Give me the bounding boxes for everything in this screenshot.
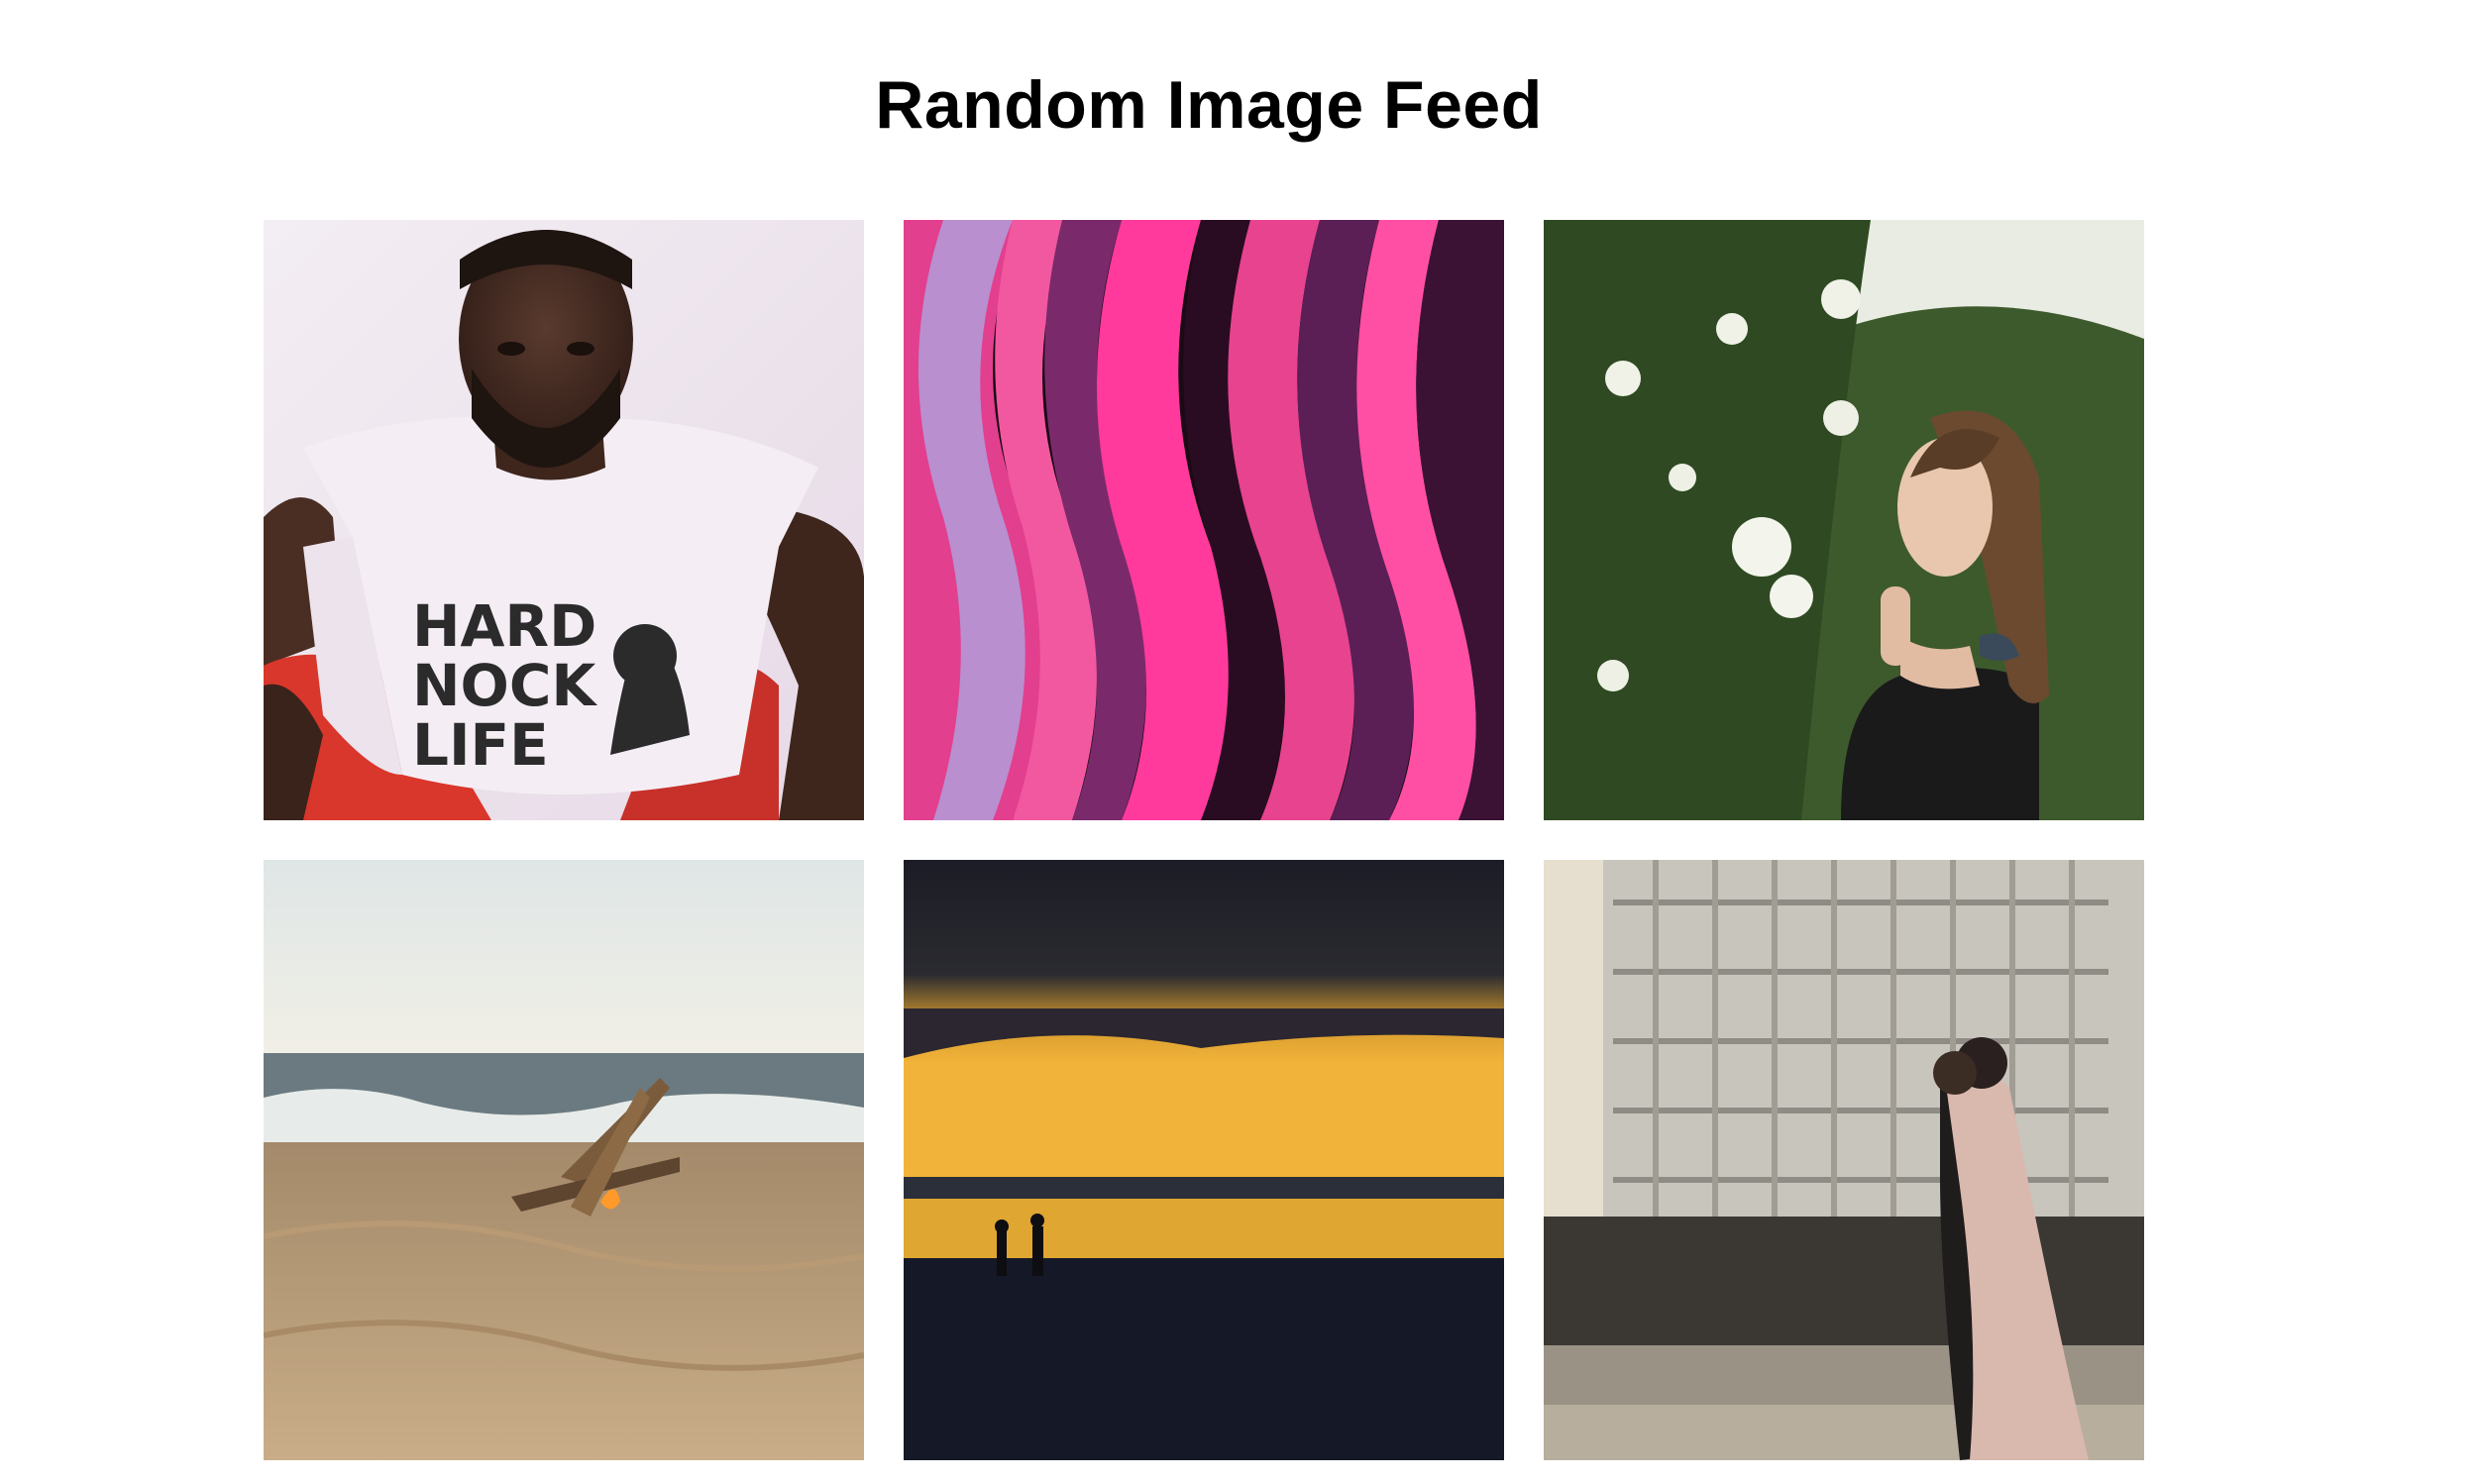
svg-text:NOCK: NOCK bbox=[412, 652, 597, 719]
feed-image-man-portrait[interactable]: HARD NOCK LIFE bbox=[264, 220, 864, 820]
page-title: Random Image Feed bbox=[875, 67, 1543, 143]
feed-image-woman-flowers[interactable] bbox=[1544, 220, 2144, 820]
feed-image-sunset-sea[interactable] bbox=[904, 860, 1504, 1460]
woman-flowers-image bbox=[1544, 220, 2144, 820]
couple-rooftop-image bbox=[1544, 860, 2144, 1460]
image-feed-grid: HARD NOCK LIFE bbox=[264, 220, 2154, 1460]
page: Random Image Feed HARD NOCK LIFE bbox=[0, 0, 2483, 1484]
beach-bonfire-image bbox=[264, 860, 864, 1460]
feed-image-fluid-paint[interactable] bbox=[904, 220, 1504, 820]
fluid-paint-image bbox=[904, 220, 1504, 820]
svg-text:HARD: HARD bbox=[412, 592, 596, 660]
svg-text:LIFE: LIFE bbox=[412, 711, 549, 779]
feed-image-couple-rooftop[interactable] bbox=[1544, 860, 2144, 1460]
feed-image-beach-bonfire[interactable] bbox=[264, 860, 864, 1460]
man-portrait-image: HARD NOCK LIFE bbox=[264, 220, 864, 820]
sunset-sea-image bbox=[904, 860, 1504, 1460]
